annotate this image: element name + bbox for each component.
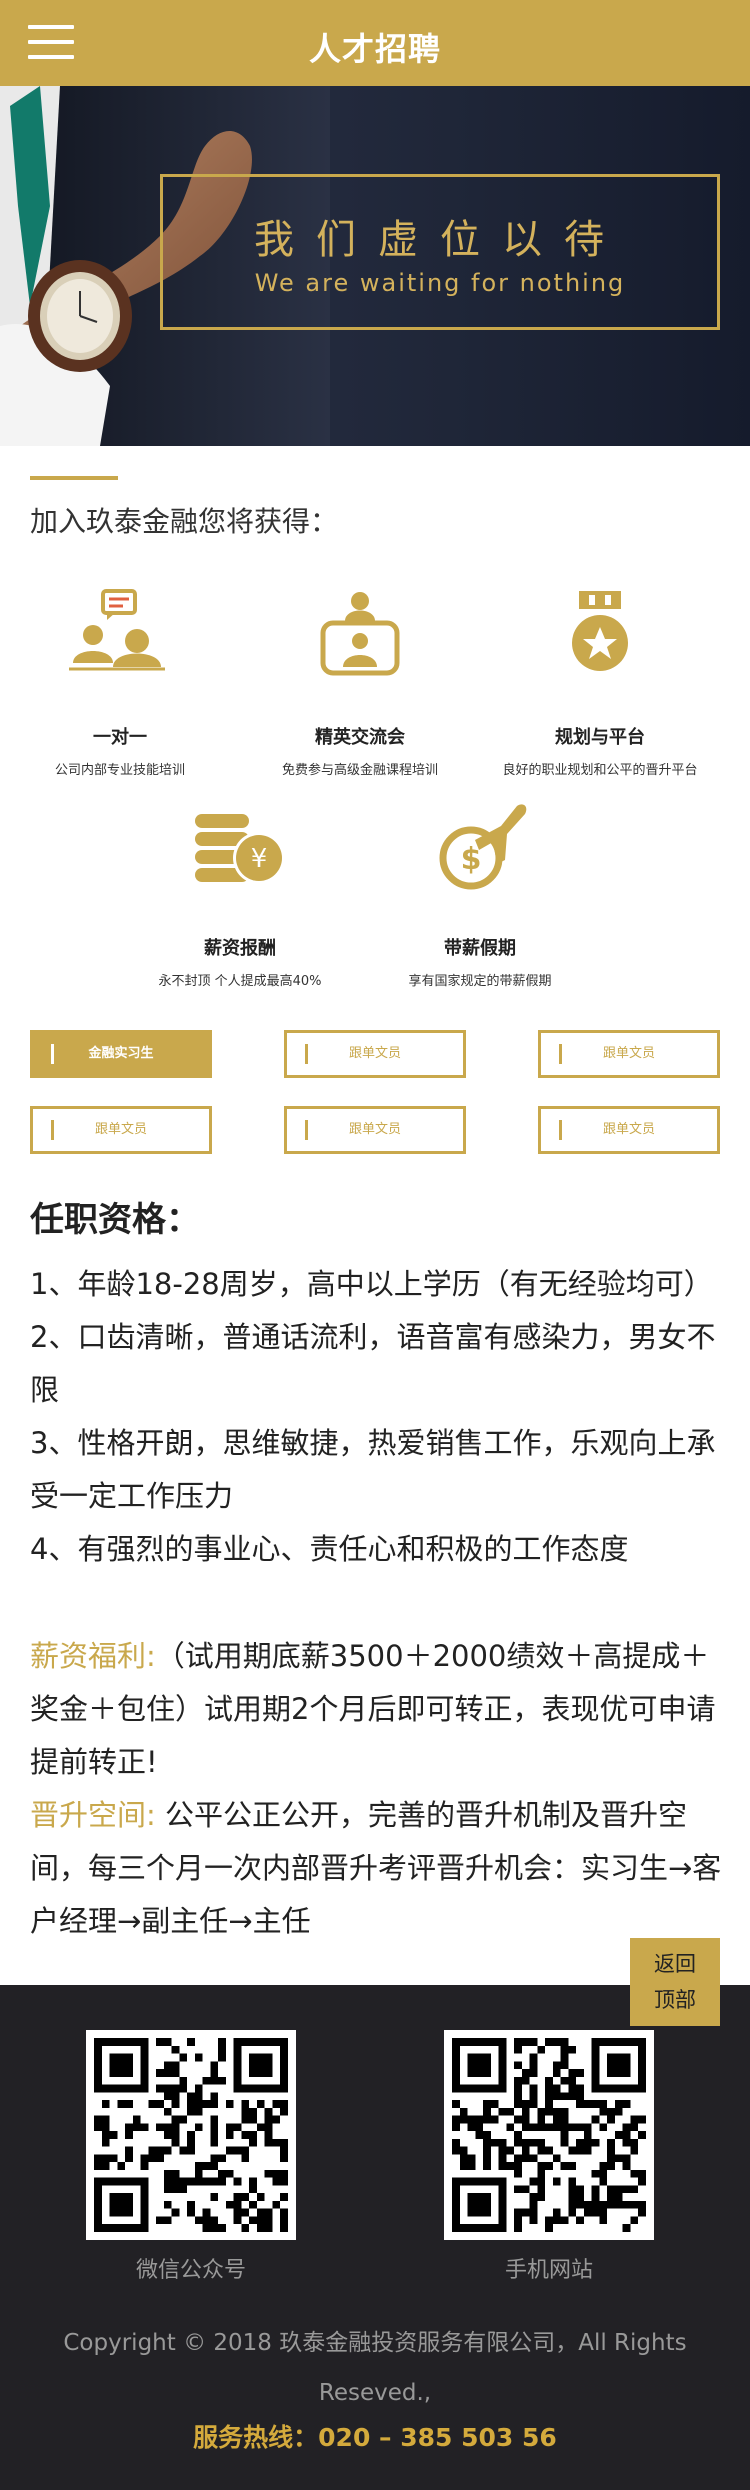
section-divider bbox=[30, 476, 118, 480]
benefit-title: 规划与平台 bbox=[555, 727, 645, 748]
benefit-desc: 公司内部专业技能培训 bbox=[54, 763, 185, 778]
benefit-desc: 免费参与高级金融课程培训 bbox=[281, 763, 438, 778]
top-header: 人才招聘 bbox=[0, 0, 750, 86]
position-button-clerk[interactable]: 跟单文员 bbox=[284, 1106, 466, 1154]
qr-label-mobile: 手机网站 bbox=[504, 2258, 593, 2283]
requirements-list: 1、年龄18-28周岁，高中以上学历（有无经验均可） 2、口齿清晰，普通话流利，… bbox=[30, 1258, 730, 1576]
requirement-item: 4、有强烈的事业心、责任心和积极的工作态度 bbox=[30, 1532, 629, 1566]
salary-paragraph: 薪资福利:（试用期底薪3500＋2000绩效＋高提成＋奖金＋包住）试用期2个月后… bbox=[30, 1630, 730, 1789]
requirement-item: 2、口齿清晰，普通话流利，语音富有感染力，男女不限 bbox=[30, 1320, 716, 1407]
position-button-clerk[interactable]: 跟单文员 bbox=[538, 1106, 720, 1154]
travel-plane-icon: $ bbox=[439, 804, 527, 890]
wechat-qr-code bbox=[86, 2030, 296, 2240]
position-button-clerk[interactable]: 跟单文员 bbox=[538, 1030, 720, 1078]
medal-icon bbox=[572, 591, 628, 671]
svg-text:¥: ¥ bbox=[251, 844, 268, 874]
coins-icon: ¥ bbox=[195, 814, 285, 884]
position-label: 跟单文员 bbox=[348, 1122, 401, 1137]
back-top-line2: 顶部 bbox=[654, 1988, 696, 2012]
benefits-intro: 加入玖泰金融您将获得： bbox=[30, 505, 339, 538]
button-bar bbox=[305, 1120, 308, 1140]
button-bar bbox=[559, 1120, 562, 1140]
service-hotline[interactable]: 服务热线：020 – 385 503 56 bbox=[0, 2418, 750, 2454]
button-bar bbox=[559, 1044, 562, 1064]
salary-label: 薪资福利: bbox=[30, 1639, 156, 1673]
button-bar bbox=[305, 1044, 308, 1064]
qr-code-image bbox=[452, 2038, 646, 2232]
back-to-top-button[interactable]: 返回 顶部 bbox=[630, 1938, 720, 2026]
benefit-planning: 规划与平台 良好的职业规划和公平的晋升平台 bbox=[480, 585, 720, 778]
elite-exchange-icon bbox=[320, 592, 400, 676]
benefit-desc: 良好的职业规划和公平的晋升平台 bbox=[502, 763, 698, 778]
position-button-clerk[interactable]: 跟单文员 bbox=[284, 1030, 466, 1078]
benefit-title: 一对一 bbox=[93, 727, 147, 748]
mobile-site-qr-code bbox=[444, 2030, 654, 2240]
benefit-one-on-one: 一对一 公司内部专业技能培训 bbox=[0, 585, 240, 778]
banner-subtitle: We are waiting for nothing bbox=[254, 269, 626, 297]
benefit-title: 带薪假期 bbox=[444, 938, 516, 959]
page-title: 人才招聘 bbox=[308, 30, 441, 68]
promotion-paragraph: 晋升空间: 公平公正公开，完善的晋升机制及晋升空间，每三个月一次内部晋升考评晋升… bbox=[30, 1789, 730, 1948]
position-button-intern[interactable]: 金融实习生 bbox=[30, 1030, 212, 1078]
requirements-title: 任职资格： bbox=[30, 1200, 200, 1240]
qr-code-image bbox=[94, 2038, 288, 2232]
back-top-line1: 返回 bbox=[654, 1952, 696, 1976]
benefit-desc: 永不封顶 个人提成最高40% bbox=[158, 974, 322, 989]
promotion-label: 晋升空间: bbox=[30, 1798, 156, 1832]
position-label: 跟单文员 bbox=[602, 1122, 655, 1137]
one-on-one-icon bbox=[69, 589, 165, 671]
position-label: 跟单文员 bbox=[602, 1046, 655, 1061]
hero-banner: 我们虚位以待 We are waiting for nothing bbox=[0, 86, 750, 446]
qr-label-wechat: 微信公众号 bbox=[135, 2258, 246, 2283]
benefit-title: 精英交流会 bbox=[315, 727, 405, 748]
position-label: 金融实习生 bbox=[88, 1046, 154, 1061]
position-label: 跟单文员 bbox=[348, 1046, 401, 1061]
position-label: 跟单文员 bbox=[94, 1122, 147, 1137]
benefit-elite-exchange: 精英交流会 免费参与高级金融课程培训 bbox=[240, 585, 480, 778]
benefit-desc: 享有国家规定的带薪假期 bbox=[408, 974, 552, 989]
banner-title: 我们虚位以待 bbox=[254, 217, 626, 263]
position-button-clerk[interactable]: 跟单文员 bbox=[30, 1106, 212, 1154]
salary-section: 薪资福利:（试用期底薪3500＋2000绩效＋高提成＋奖金＋包住）试用期2个月后… bbox=[30, 1630, 730, 1948]
benefit-salary: ¥ 薪资报酬 永不封顶 个人提成最高40% bbox=[120, 796, 360, 989]
button-bar bbox=[51, 1120, 54, 1140]
copyright-text: Copyright © 2018 玖泰金融投资服务有限公司，All Rights… bbox=[63, 2330, 687, 2406]
benefit-paid-leave: $ 带薪假期 享有国家规定的带薪假期 bbox=[360, 796, 600, 989]
button-bar bbox=[51, 1044, 54, 1064]
benefit-title: 薪资报酬 bbox=[204, 938, 276, 959]
requirement-item: 3、性格开朗，思维敏捷，热爱销售工作，乐观向上承受一定工作压力 bbox=[30, 1426, 716, 1513]
requirement-item: 1、年龄18-28周岁，高中以上学历（有无经验均可） bbox=[30, 1267, 713, 1301]
banner-frame: 我们虚位以待 We are waiting for nothing bbox=[160, 174, 720, 330]
